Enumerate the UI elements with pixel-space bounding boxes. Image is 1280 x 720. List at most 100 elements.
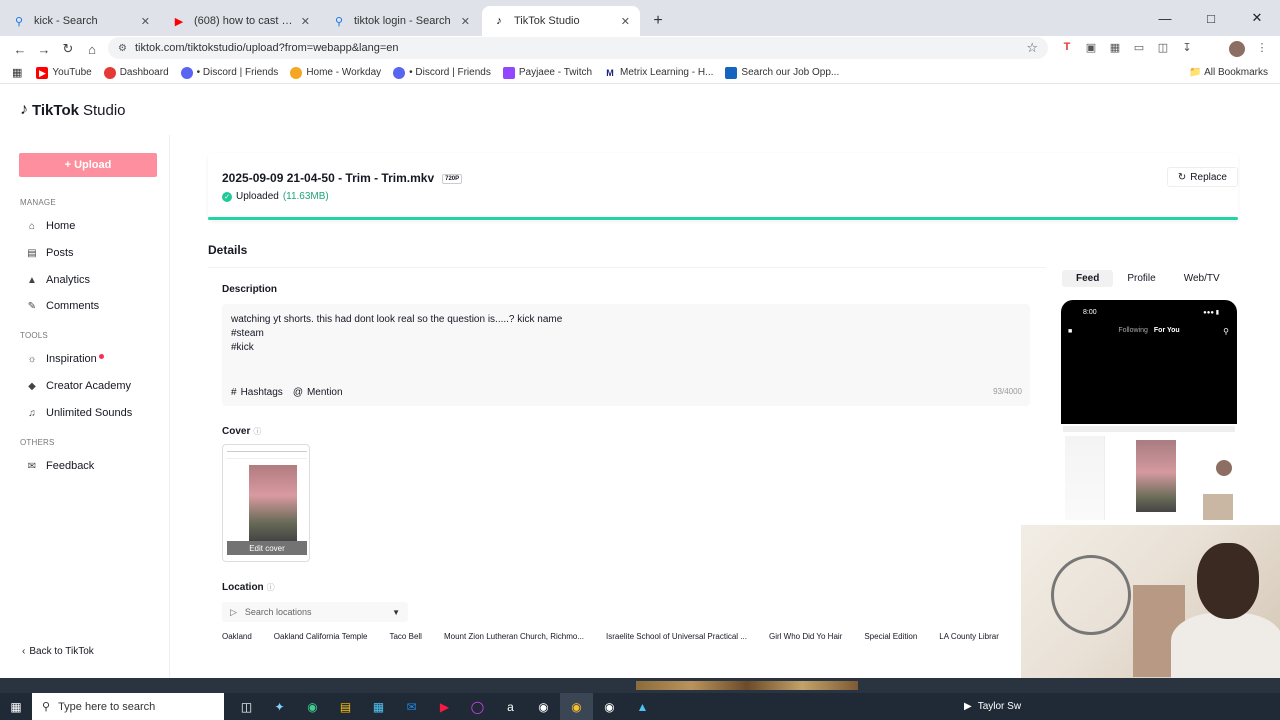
preview-tab-web-tv[interactable]: Web/TV	[1170, 270, 1234, 287]
chrome-icon[interactable]: ◉	[560, 693, 593, 720]
bookmark-twitch[interactable]: Payjaee - Twitch	[502, 66, 592, 79]
sidebar-item-unlimited-sounds[interactable]: ♫ Unlimited Sounds	[26, 405, 132, 421]
browser-profile-avatar[interactable]	[1229, 41, 1245, 57]
close-icon[interactable]: ✕	[621, 15, 630, 28]
close-icon[interactable]: ✕	[461, 15, 470, 28]
home-browser-icon[interactable]: ⌂	[80, 42, 104, 57]
search-icon: ⚲	[334, 15, 344, 28]
location-chip[interactable]: LA County Librar	[939, 632, 999, 641]
browser-tab-youtube[interactable]: ▶ (608) how to cast videos from ✕	[162, 6, 320, 36]
close-icon[interactable]: ✕	[301, 15, 310, 28]
back-to-tiktok-link[interactable]: ‹ Back to TikTok	[22, 646, 94, 657]
bookmark-youtube[interactable]: ▶ YouTube	[36, 66, 92, 79]
bookmark-star-icon[interactable]: ☆	[1026, 40, 1038, 56]
obs-icon[interactable]: ◉	[527, 693, 560, 720]
location-search-select[interactable]: ▷ Search locations ▼	[222, 602, 408, 622]
sidebar-item-comments[interactable]: ✎ Comments	[26, 298, 99, 314]
description-input[interactable]: watching yt shorts. this had dont look r…	[222, 304, 1030, 406]
sidebar-item-posts[interactable]: ▤ Posts	[26, 245, 73, 261]
file-explorer-icon[interactable]: ▤	[329, 693, 362, 720]
taskbar-search[interactable]: ⚲ Type here to search	[32, 693, 224, 720]
browser-tab-tiktok-login-search[interactable]: ⚲ tiktok login - Search ✕	[322, 6, 480, 36]
mention-button[interactable]: @ Mention	[293, 387, 343, 398]
sidebar-item-creator-academy[interactable]: ◆ Creator Academy	[26, 378, 131, 394]
bookmark-discord-1[interactable]: • Discord | Friends	[180, 66, 278, 79]
bookmark-discord-2[interactable]: • Discord | Friends	[393, 66, 491, 79]
steam-icon[interactable]: ◉	[593, 693, 626, 720]
edge-icon[interactable]: ◉	[296, 693, 329, 720]
preview-tab-feed[interactable]: Feed	[1062, 270, 1114, 287]
chevron-down-icon: ▼	[392, 607, 400, 617]
menu-kebab-icon[interactable]: ⋮	[1255, 40, 1269, 54]
youtube-app-icon[interactable]: ▶	[428, 693, 461, 720]
location-chip[interactable]: Girl Who Did Yo Hair	[769, 632, 842, 641]
sidebar-item-home[interactable]: ⌂ Home	[26, 218, 75, 234]
outlook-icon[interactable]: ✉	[395, 693, 428, 720]
side-panel-icon[interactable]: ◫	[1156, 40, 1170, 54]
amazon-icon[interactable]: a	[494, 693, 527, 720]
site-info-icon[interactable]: ⚙	[118, 43, 127, 54]
bookmark-metrix[interactable]: M Metrix Learning - H...	[604, 66, 713, 79]
sidebar-heading-manage: MANAGE	[20, 198, 56, 207]
bookmark-jobs[interactable]: Search our Job Opp...	[725, 66, 839, 79]
copilot-icon[interactable]: ✦	[263, 693, 296, 720]
tab-title: tiktok login - Search	[354, 15, 451, 27]
download-icon[interactable]: ↧	[1180, 40, 1194, 54]
maximize-icon[interactable]: □	[1188, 0, 1234, 36]
info-icon[interactable]: ⓘ	[253, 427, 261, 436]
brand-logo[interactable]: ♪ TikTok Studio	[20, 101, 126, 119]
taskbar-media[interactable]: ▶ Taylor Sw	[964, 693, 1021, 720]
replace-button[interactable]: ↻ Replace	[1166, 167, 1238, 187]
back-arrow-icon[interactable]: ←	[8, 42, 32, 57]
preview-tab-profile[interactable]: Profile	[1113, 270, 1169, 287]
info-icon[interactable]: ⓘ	[267, 583, 275, 592]
location-label: Location ⓘ	[222, 582, 275, 593]
search-icon: ⚲	[14, 15, 24, 28]
minimize-icon[interactable]: —	[1142, 0, 1188, 36]
edit-cover-button[interactable]: Edit cover	[227, 541, 307, 555]
apps-grid-icon[interactable]: ▦	[12, 66, 22, 79]
location-chip[interactable]: Taco Bell	[389, 632, 421, 641]
task-view-icon[interactable]: ◫	[230, 693, 263, 720]
sidebar-item-feedback[interactable]: ✉ Feedback	[26, 458, 95, 474]
sidebar-item-label: Analytics	[46, 274, 91, 286]
taskbar-media-text: Taylor Sw	[977, 701, 1022, 712]
sidebar-item-inspiration[interactable]: ☼ Inspiration	[26, 351, 104, 367]
forward-arrow-icon[interactable]: →	[32, 42, 56, 57]
bookmark-workday[interactable]: Home - Workday	[290, 66, 381, 79]
hashtags-button[interactable]: # Hashtags	[231, 387, 283, 398]
browser-tab-kick-search[interactable]: ⚲ kick - Search ✕	[2, 6, 160, 36]
store-icon[interactable]: ▦	[362, 693, 395, 720]
reload-icon[interactable]: ↻	[56, 41, 80, 57]
browser-tab-tiktok-studio[interactable]: ♪ TikTok Studio ✕	[482, 6, 640, 36]
extension-tp-icon[interactable]: T	[1060, 40, 1074, 54]
replace-label: Replace	[1190, 171, 1227, 183]
extensions-puzzle-icon[interactable]: ▦	[1108, 40, 1122, 54]
cast-icon[interactable]: ▭	[1132, 40, 1146, 54]
close-window-icon[interactable]: ✕	[1234, 0, 1280, 36]
discord-icon	[393, 66, 406, 79]
cover-thumbnail[interactable]: Edit cover	[222, 444, 310, 562]
location-chip[interactable]: Special Edition	[864, 632, 917, 641]
close-icon[interactable]: ✕	[141, 15, 150, 28]
bookmark-dashboard[interactable]: Dashboard	[103, 66, 169, 79]
new-tab-button[interactable]: +	[646, 6, 670, 36]
analytics-icon: ▲	[27, 274, 37, 286]
comments-icon: ✎	[27, 300, 37, 312]
location-chip[interactable]: Israelite School of Universal Practical …	[606, 632, 747, 641]
location-chip[interactable]: Oakland	[222, 632, 252, 641]
address-bar[interactable]: ⚙ tiktok.com/tiktokstudio/upload?from=we…	[108, 37, 1048, 59]
phone-feed-nav: Following For You	[1061, 327, 1237, 334]
sidebar-item-analytics[interactable]: ▲ Analytics	[26, 272, 90, 288]
file-name-text: 2025-09-09 21-04-50 - Trim - Trim.mkv	[222, 171, 435, 185]
all-bookmarks[interactable]: 📁 All Bookmarks	[1189, 67, 1268, 78]
location-placeholder: Search locations	[244, 607, 312, 617]
extension-screen-icon[interactable]: ▣	[1084, 40, 1098, 54]
windows-start-icon[interactable]: ▦	[0, 693, 32, 720]
location-chip[interactable]: Oakland California Temple	[274, 632, 368, 641]
instagram-icon[interactable]: ◯	[461, 693, 494, 720]
upload-button[interactable]: + Upload	[19, 153, 157, 177]
location-chip[interactable]: Mount Zion Lutheran Church, Richmo...	[444, 632, 584, 641]
mention-label: Mention	[306, 387, 343, 398]
paint-icon[interactable]: ▲	[626, 693, 659, 720]
